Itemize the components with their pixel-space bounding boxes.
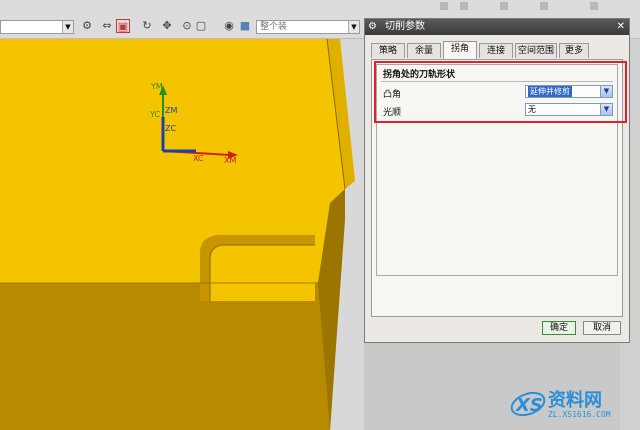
- toolbar-mini-icon[interactable]: [500, 2, 508, 10]
- pan-icon[interactable]: ✥: [160, 19, 174, 33]
- zoom-icon[interactable]: ⊙: [180, 19, 194, 33]
- svg-text:XS: XS: [515, 395, 543, 416]
- tab-more[interactable]: 更多: [559, 43, 589, 58]
- axis-label-zc: ZC: [165, 124, 176, 133]
- watermark-url: ZL.XS1616.COM: [548, 410, 611, 419]
- highlight-box: [374, 61, 627, 123]
- chevron-down-icon: ▼: [62, 21, 73, 33]
- xs-logo-icon: XS: [510, 391, 546, 417]
- fit-icon[interactable]: ▢: [194, 19, 208, 33]
- snap-icon[interactable]: ⚙: [80, 19, 94, 33]
- tab-containment[interactable]: 空间范围: [515, 43, 557, 58]
- axis-label-zm: ZM: [165, 106, 177, 115]
- view-combo[interactable]: ▼: [0, 20, 74, 34]
- toolbar-mini-icon[interactable]: [590, 2, 598, 10]
- close-icon[interactable]: ✕: [617, 19, 625, 35]
- cancel-button[interactable]: 取消: [583, 321, 621, 335]
- gear-icon: ⚙: [368, 21, 377, 32]
- axis-label-yc: YC: [149, 110, 160, 119]
- part-model: YM ZM YC ZC XC XM: [0, 39, 355, 430]
- dialog-title-bar[interactable]: ⚙ 切削参数 ✕: [365, 19, 629, 35]
- tab-connections[interactable]: 连接: [479, 43, 513, 58]
- cube-icon[interactable]: ■: [238, 19, 252, 33]
- dialog-title: 切削参数: [385, 21, 425, 32]
- toolbar-mini-icon[interactable]: [440, 2, 448, 10]
- slot-floor: [210, 245, 315, 301]
- select-box-icon[interactable]: ▣: [116, 19, 130, 33]
- rotate-icon[interactable]: ↻: [140, 19, 154, 33]
- ok-button[interactable]: 确定: [542, 321, 576, 335]
- tab-corners[interactable]: 拐角: [443, 41, 477, 59]
- toolbar-mini-icon[interactable]: [460, 2, 468, 10]
- tab-strategy[interactable]: 策略: [371, 43, 405, 58]
- tab-stock[interactable]: 余量: [407, 43, 441, 58]
- axis-label-xm: XM: [224, 156, 236, 165]
- watermark-name: 资料网: [548, 390, 602, 411]
- axis-label-xc: XC: [193, 154, 204, 163]
- toolbar-mini-icon[interactable]: [540, 2, 548, 10]
- shade-icon[interactable]: ◉: [222, 19, 236, 33]
- axis-label-ym: YM: [150, 82, 163, 91]
- search-combo-value: 整个装: [260, 22, 288, 32]
- search-combo[interactable]: 整个装 ▼: [256, 20, 360, 34]
- watermark: XS 资料网 ZL.XS1616.COM: [508, 384, 638, 428]
- chevron-down-icon: ▼: [348, 21, 359, 33]
- graphics-viewport[interactable]: YM ZM YC ZC XC XM: [0, 39, 364, 430]
- filter-icon[interactable]: ⇔: [100, 19, 114, 33]
